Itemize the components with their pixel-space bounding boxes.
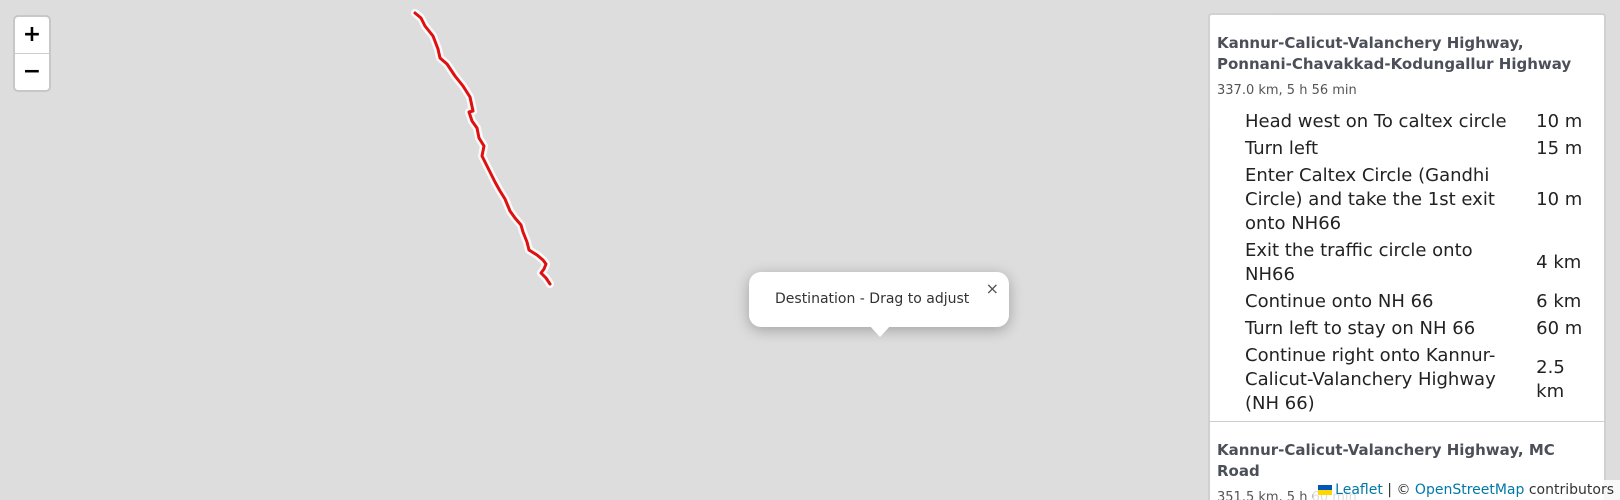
instruction-row[interactable]: Head west on To caltex circle 10 m [1239, 109, 1598, 136]
zoom-control: + − [13, 15, 51, 92]
popup-text: Destination - Drag to adjust [775, 291, 970, 307]
attribution-separator: | © [1387, 482, 1411, 498]
route-alternative-title: Kannur-Calicut-Valanchery Highway, MC Ro… [1217, 441, 1555, 480]
zoom-in-button[interactable]: + [15, 17, 49, 53]
instruction-row[interactable]: Continue onto NH 66 6 km [1239, 289, 1598, 316]
instruction-row[interactable]: Exit the traffic circle onto NH66 4 km [1239, 238, 1598, 289]
routing-instructions-panel[interactable]: Kannur-Calicut-Valanchery Highway, Ponna… [1208, 13, 1606, 500]
map-attribution: Leaflet | © OpenStreetMap contributors [1313, 480, 1620, 500]
route-alternative-1[interactable]: Kannur-Calicut-Valanchery Highway, Ponna… [1210, 15, 1604, 418]
route-alternative-summary: 337.0 km, 5 h 56 min [1217, 83, 1357, 98]
destination-popup: Destination - Drag to adjust × [749, 272, 1009, 337]
instruction-row[interactable]: Turn left to stay on NH 66 60 m [1239, 316, 1598, 343]
instruction-distance: 10 m [1536, 111, 1583, 132]
instruction-text: Continue right onto Kannur-Calicut-Valan… [1245, 345, 1496, 414]
popup-close-button[interactable]: × [986, 281, 999, 297]
ukraine-flag-icon [1318, 485, 1333, 495]
instruction-distance: 15 m [1536, 138, 1583, 159]
instruction-text: Turn left [1245, 138, 1319, 159]
instruction-row[interactable]: Enter Caltex Circle (Gandhi Circle) and … [1239, 163, 1598, 238]
zoom-out-button[interactable]: − [15, 53, 49, 90]
instructions-table: Head west on To caltex circle 10 m Turn … [1239, 109, 1598, 418]
attribution-suffix: contributors [1528, 482, 1614, 498]
instruction-distance: 2.5 km [1536, 357, 1565, 402]
instruction-distance: 4 km [1536, 252, 1582, 273]
instruction-row[interactable]: Continue right onto Kannur-Calicut-Valan… [1239, 343, 1598, 418]
instruction-distance: 10 m [1536, 189, 1583, 210]
instruction-text: Exit the traffic circle onto NH66 [1245, 240, 1473, 285]
openstreetmap-link[interactable]: OpenStreetMap [1415, 482, 1524, 498]
map-canvas[interactable]: + − Destination - Drag to adjust × Kannu… [0, 0, 1620, 500]
instruction-text: Head west on To caltex circle [1245, 111, 1507, 132]
instruction-distance: 6 km [1536, 291, 1582, 312]
popup-tip [869, 325, 891, 337]
instruction-text: Continue onto NH 66 [1245, 291, 1434, 312]
leaflet-link[interactable]: Leaflet [1335, 482, 1383, 498]
instruction-text: Turn left to stay on NH 66 [1245, 318, 1476, 339]
instruction-row[interactable]: Turn left 15 m [1239, 136, 1598, 163]
instruction-distance: 60 m [1536, 318, 1583, 339]
instruction-text: Enter Caltex Circle (Gandhi Circle) and … [1245, 165, 1495, 234]
route-alternative-title: Kannur-Calicut-Valanchery Highway, Ponna… [1217, 34, 1572, 73]
